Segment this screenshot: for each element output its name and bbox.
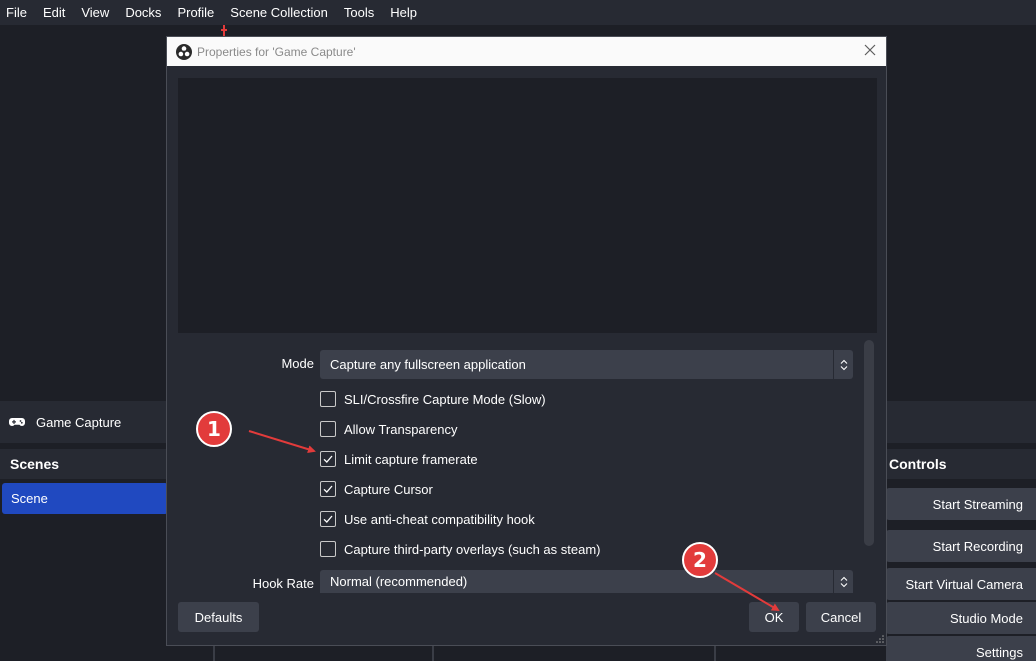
limit-framerate-checkbox[interactable] <box>320 451 336 467</box>
third-party-overlays-checkbox[interactable] <box>320 541 336 557</box>
hook-rate-select-value: Normal (recommended) <box>330 574 468 589</box>
checkbox-row[interactable]: Capture Cursor <box>320 479 433 499</box>
dialog-titlebar[interactable]: Properties for 'Game Capture' <box>167 37 886 66</box>
checkbox-row[interactable]: Use anti-cheat compatibility hook <box>320 509 535 529</box>
step-badge-2: 2 <box>682 542 718 578</box>
checkmark-icon <box>323 515 333 523</box>
menu-help[interactable]: Help <box>382 0 425 25</box>
menu-profile[interactable]: Profile <box>169 0 222 25</box>
spinner-arrows-icon <box>833 350 853 379</box>
hook-rate-select[interactable]: Normal (recommended) <box>320 570 853 593</box>
spinner-arrows-icon <box>833 570 853 593</box>
dock-divider[interactable] <box>714 645 716 661</box>
properties-scrollbar[interactable] <box>864 340 874 546</box>
start-streaming-button[interactable]: Start Streaming <box>886 488 1036 520</box>
source-preview <box>178 78 877 333</box>
anti-cheat-hook-checkbox[interactable] <box>320 511 336 527</box>
scenes-header: Scenes <box>0 449 168 479</box>
controls-panel: Start Streaming Start Recording Start Vi… <box>882 480 1036 661</box>
mode-select-value: Capture any fullscreen application <box>330 357 526 372</box>
menu-tools[interactable]: Tools <box>336 0 382 25</box>
source-name: Game Capture <box>36 414 122 430</box>
studio-mode-button[interactable]: Studio Mode <box>886 602 1036 634</box>
menu-view[interactable]: View <box>73 0 117 25</box>
dock-divider[interactable] <box>213 645 215 661</box>
hook-rate-label: Hook Rate <box>252 576 314 591</box>
properties-dialog: Properties for 'Game Capture' Mode Captu… <box>166 36 887 646</box>
controls-header: Controls <box>882 449 1036 479</box>
dock-bottom-strip <box>168 645 882 661</box>
checkbox-label: Allow Transparency <box>344 421 458 437</box>
ok-button[interactable]: OK <box>749 602 799 632</box>
close-icon[interactable] <box>863 43 877 57</box>
capture-cursor-checkbox[interactable] <box>320 481 336 497</box>
menu-file[interactable]: File <box>0 0 35 25</box>
settings-button[interactable]: Settings <box>886 636 1036 661</box>
menu-bar: File Edit View Docks Profile Scene Colle… <box>0 0 1036 25</box>
scenes-list: Scene <box>0 480 168 661</box>
checkbox-row[interactable]: Allow Transparency <box>320 419 457 439</box>
menu-edit[interactable]: Edit <box>35 0 73 25</box>
checkmark-icon <box>323 455 333 463</box>
dialog-title: Properties for 'Game Capture' <box>197 44 356 59</box>
checkbox-label: Limit capture framerate <box>344 451 478 467</box>
menu-docks[interactable]: Docks <box>117 0 169 25</box>
step-badge-1: 1 <box>196 411 232 447</box>
checkbox-row[interactable]: Limit capture framerate <box>320 449 478 469</box>
dock-divider[interactable] <box>432 645 434 661</box>
scene-item[interactable]: Scene <box>2 483 168 514</box>
start-virtual-camera-button[interactable]: Start Virtual Camera <box>886 568 1036 600</box>
mode-label: Mode <box>281 356 314 371</box>
sli-crossfire-checkbox[interactable] <box>320 391 336 407</box>
mode-select[interactable]: Capture any fullscreen application <box>320 350 853 379</box>
checkbox-label: SLI/Crossfire Capture Mode (Slow) <box>344 391 546 407</box>
start-recording-button[interactable]: Start Recording <box>886 530 1036 562</box>
checkbox-row[interactable]: Capture third-party overlays (such as st… <box>320 539 600 559</box>
resize-grip-icon[interactable] <box>876 635 884 643</box>
checkmark-icon <box>323 485 333 493</box>
cancel-button[interactable]: Cancel <box>806 602 876 632</box>
gamepad-icon <box>9 418 25 427</box>
defaults-button[interactable]: Defaults <box>178 602 259 632</box>
menu-scene-collection[interactable]: Scene Collection <box>222 0 336 25</box>
checkbox-label: Capture third-party overlays (such as st… <box>344 541 601 557</box>
obs-logo-icon <box>176 43 192 60</box>
checkbox-label: Capture Cursor <box>344 481 433 497</box>
checkbox-label: Use anti-cheat compatibility hook <box>344 511 535 527</box>
allow-transparency-checkbox[interactable] <box>320 421 336 437</box>
checkbox-row[interactable]: SLI/Crossfire Capture Mode (Slow) <box>320 389 546 409</box>
